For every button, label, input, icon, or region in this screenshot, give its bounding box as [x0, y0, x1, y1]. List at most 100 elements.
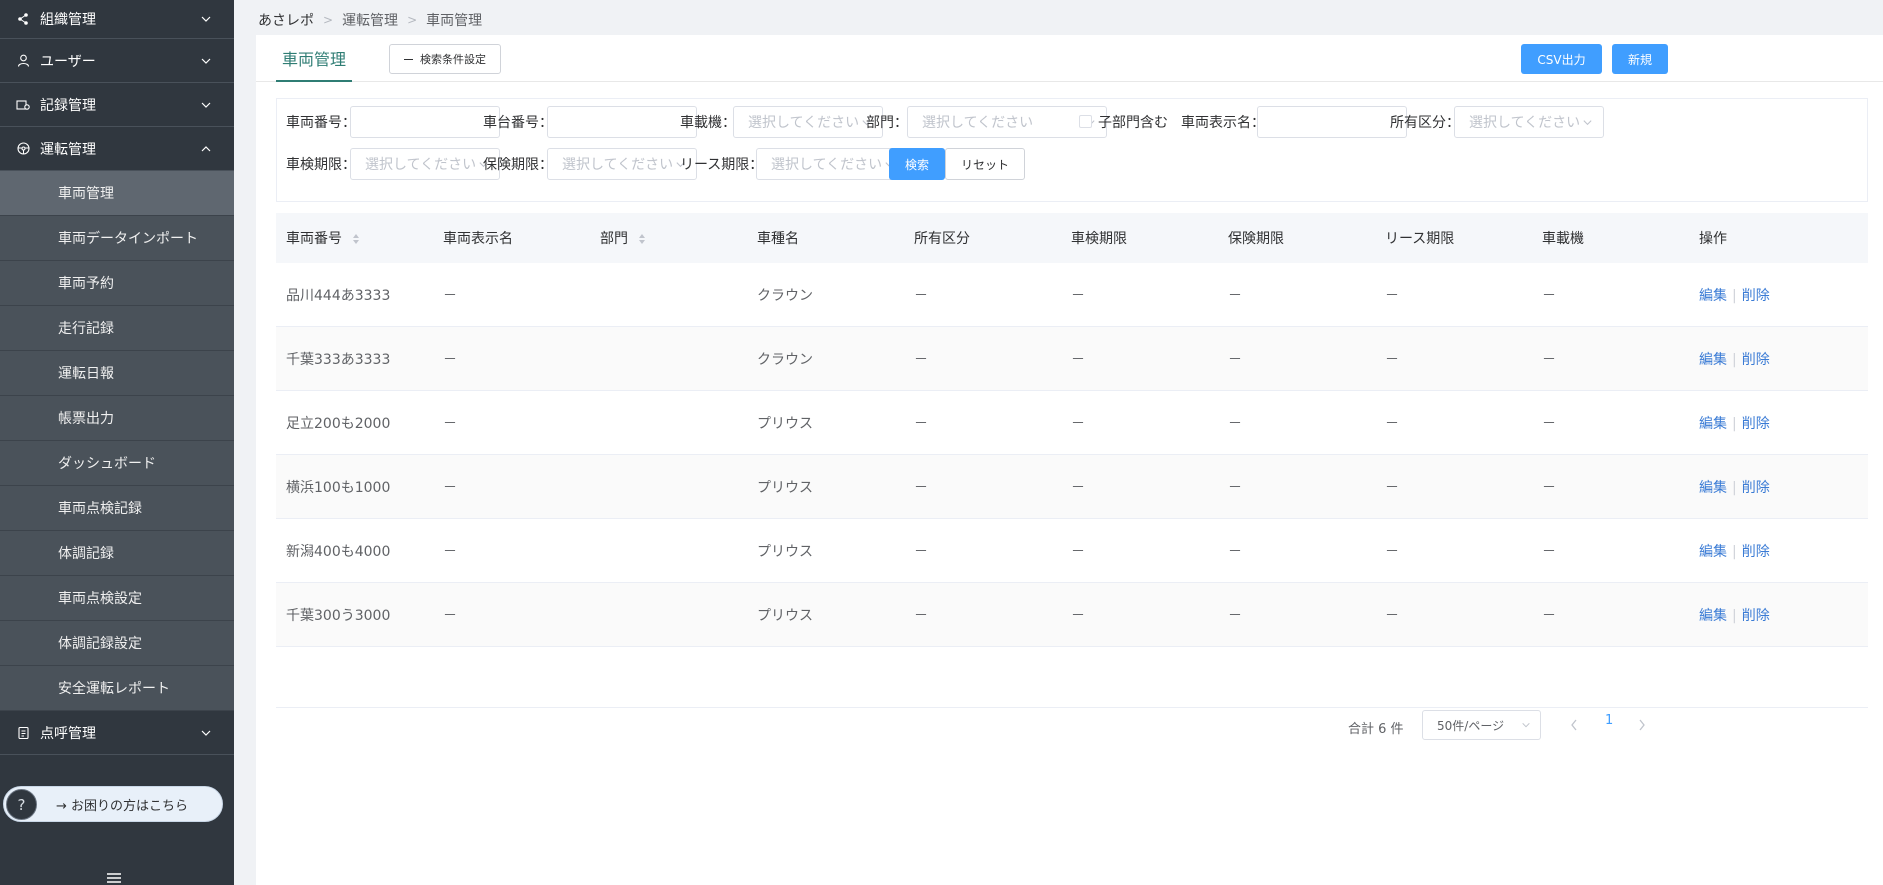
- column-header-insurance: 保険期限: [1228, 231, 1284, 247]
- breadcrumb-home[interactable]: あさレポ: [258, 10, 314, 30]
- sidebar-item-vehicle-reservation[interactable]: 車両予約: [0, 261, 234, 306]
- sidebar: 組織管理 ユーザー 記録管理 運転管理 車両管理 車両データインポート 車両予約…: [0, 0, 234, 885]
- edit-link[interactable]: 編集: [1699, 480, 1727, 496]
- sort-icon[interactable]: [638, 233, 646, 245]
- table-cell: －: [443, 351, 457, 368]
- action-separator: |: [1732, 351, 1737, 368]
- share-icon: [16, 12, 30, 26]
- edit-link[interactable]: 編集: [1699, 608, 1727, 624]
- help-area: ? → お困りの方はこちら: [0, 786, 234, 885]
- column-header-department[interactable]: 部門: [590, 228, 747, 248]
- reset-button[interactable]: リセット: [945, 148, 1025, 180]
- display-name-input[interactable]: [1257, 106, 1407, 138]
- onboard-unit-select[interactable]: 選択してください: [733, 106, 883, 138]
- table-cell: －: [1071, 287, 1085, 304]
- table-cell: クラウン: [757, 351, 813, 368]
- edit-link[interactable]: 編集: [1699, 416, 1727, 432]
- sidebar-item-vehicle-inspection-record[interactable]: 車両点検記録: [0, 486, 234, 531]
- table-cell: －: [1385, 607, 1399, 624]
- sidebar-item-safe-driving-report[interactable]: 安全運転レポート: [0, 666, 234, 711]
- sidebar-item-form-output[interactable]: 帳票出力: [0, 396, 234, 441]
- delete-link[interactable]: 削除: [1742, 608, 1770, 624]
- edit-link[interactable]: 編集: [1699, 544, 1727, 560]
- ownership-select[interactable]: 選択してください: [1454, 106, 1604, 138]
- inspection-deadline-select[interactable]: 選択してください: [350, 148, 500, 180]
- column-header-actions: 操作: [1699, 231, 1727, 247]
- sidebar-item-dashboard[interactable]: ダッシュボード: [0, 441, 234, 486]
- search-button[interactable]: 検索: [889, 148, 945, 180]
- edit-link[interactable]: 編集: [1699, 352, 1727, 368]
- table-cell: －: [443, 479, 457, 496]
- sidebar-item-daily-report[interactable]: 運転日報: [0, 351, 234, 396]
- department-select[interactable]: 選択してください: [907, 106, 1107, 138]
- sort-icon[interactable]: [352, 233, 360, 245]
- insurance-deadline-select[interactable]: 選択してください: [547, 148, 697, 180]
- table-cell: －: [1385, 351, 1399, 368]
- menu-group-driving[interactable]: 運転管理: [0, 127, 234, 171]
- menu-group-records[interactable]: 記録管理: [0, 83, 234, 127]
- page-size-select[interactable]: 50件/ページ: [1422, 710, 1541, 740]
- ownership-placeholder: 選択してください: [1469, 115, 1581, 131]
- sidebar-item-vehicle-inspection-settings[interactable]: 車両点検設定: [0, 576, 234, 621]
- sidebar-item-health-record[interactable]: 体調記録: [0, 531, 234, 576]
- menu-group-roll-call[interactable]: 点呼管理: [0, 711, 234, 755]
- minus-icon: [404, 58, 413, 60]
- include-sub-department-checkbox[interactable]: [1079, 115, 1092, 128]
- table-cell: －: [1071, 479, 1085, 496]
- lease-deadline-label: リース期限：: [680, 157, 764, 173]
- page-size-value: 50件/ページ: [1437, 718, 1505, 733]
- delete-link[interactable]: 削除: [1742, 288, 1770, 304]
- page-number[interactable]: 1: [1605, 713, 1613, 728]
- menu-group-user[interactable]: ユーザー: [0, 39, 234, 83]
- chevron-down-icon: [201, 16, 211, 22]
- content-panel: 車両管理 検索条件設定 CSV出力 新規 車両番号： 車台番号： 車載機： 選択…: [256, 35, 1883, 885]
- column-header-vehicle-no[interactable]: 車両番号: [276, 228, 433, 248]
- table-cell: －: [443, 287, 457, 304]
- delete-link[interactable]: 削除: [1742, 416, 1770, 432]
- column-header-inspection: 車検期限: [1071, 231, 1127, 247]
- table-cell: －: [914, 479, 928, 496]
- table-cell: －: [1071, 607, 1085, 624]
- menu-group-organization[interactable]: 組織管理: [0, 0, 234, 39]
- table-cell: －: [1228, 543, 1242, 560]
- column-header-label: 部門: [600, 231, 628, 247]
- table-cell: －: [914, 351, 928, 368]
- pagination-total: 合計 6 件: [1348, 721, 1404, 737]
- table-row: 足立200も2000 － プリウス － － － － － 編集 | 削除: [276, 391, 1868, 455]
- new-button[interactable]: 新規: [1612, 44, 1668, 74]
- table-cell: プリウス: [757, 415, 813, 432]
- lease-deadline-placeholder: 選択してください: [771, 157, 883, 173]
- chevron-down-icon: [201, 102, 211, 108]
- csv-export-button[interactable]: CSV出力: [1521, 44, 1602, 74]
- table-cell: 新潟400も4000: [286, 543, 391, 560]
- breadcrumb-driving[interactable]: 運転管理: [342, 10, 398, 30]
- sidebar-item-vehicle-management[interactable]: 車両管理: [0, 171, 234, 216]
- sidebar-item-driving-record[interactable]: 走行記録: [0, 306, 234, 351]
- delete-link[interactable]: 削除: [1742, 480, 1770, 496]
- menu-collapse-icon[interactable]: [106, 872, 122, 884]
- vehicle-no-label: 車両番号：: [286, 115, 356, 131]
- sidebar-item-vehicle-data-import[interactable]: 車両データインポート: [0, 216, 234, 261]
- lease-deadline-select[interactable]: 選択してください: [756, 148, 906, 180]
- chevron-right-icon[interactable]: [1637, 718, 1647, 732]
- action-separator: |: [1732, 479, 1737, 496]
- help-button[interactable]: ? → お困りの方はこちら: [3, 786, 223, 822]
- breadcrumb-separator-icon: >: [407, 13, 418, 27]
- table-cell: －: [1542, 543, 1556, 560]
- column-header-display-name: 車両表示名: [443, 231, 513, 247]
- steering-wheel-icon: [16, 142, 30, 156]
- sidebar-item-health-record-settings[interactable]: 体調記録設定: [0, 621, 234, 666]
- record-icon: [16, 98, 30, 112]
- table-cell: －: [1071, 543, 1085, 560]
- chassis-no-input[interactable]: [547, 106, 697, 138]
- delete-link[interactable]: 削除: [1742, 544, 1770, 560]
- table-cell: －: [914, 607, 928, 624]
- search-condition-button[interactable]: 検索条件設定: [389, 44, 501, 74]
- chevron-left-icon[interactable]: [1569, 718, 1579, 732]
- vehicle-no-input[interactable]: [350, 106, 500, 138]
- edit-link[interactable]: 編集: [1699, 288, 1727, 304]
- menu-group-label: 組織管理: [40, 12, 96, 28]
- table-cell: －: [1542, 479, 1556, 496]
- delete-link[interactable]: 削除: [1742, 352, 1770, 368]
- action-separator: |: [1732, 287, 1737, 304]
